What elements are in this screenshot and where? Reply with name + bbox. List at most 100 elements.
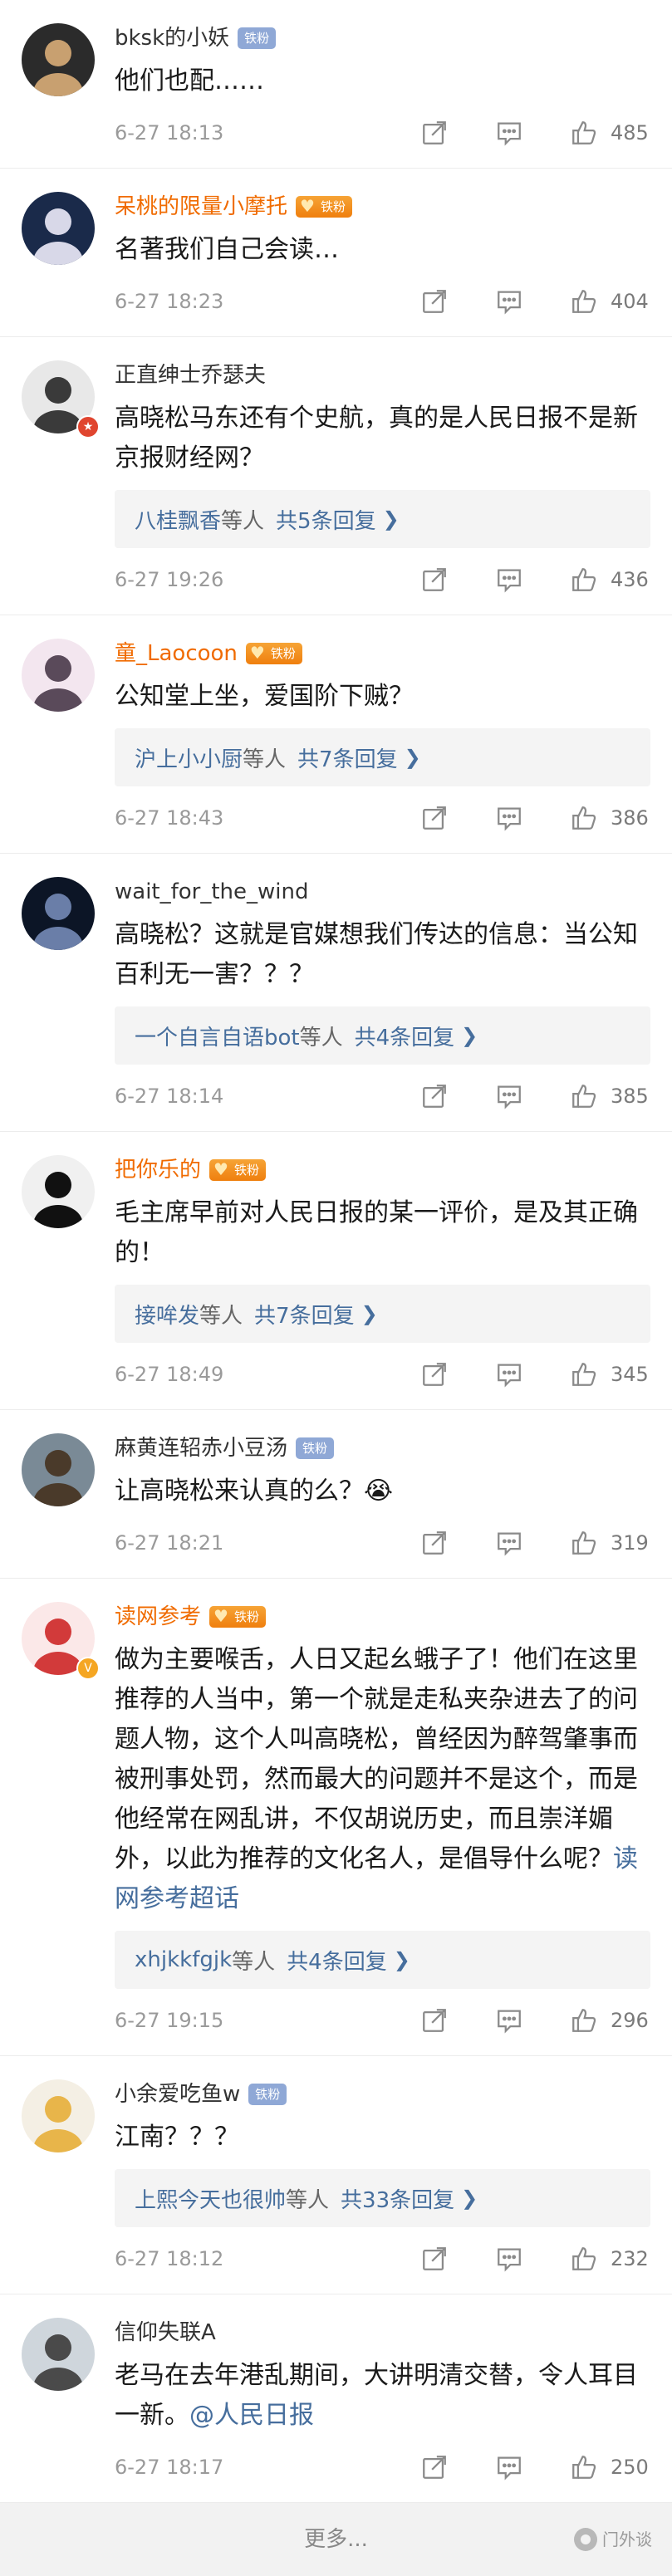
replies-preview[interactable]: 上熙今天也很帅 等人 共33条回复 ❯ [115,2169,650,2227]
avatar[interactable] [22,639,95,712]
username[interactable]: wait_for_the_wind [115,877,309,907]
repost-icon[interactable] [418,2242,451,2275]
reply-user[interactable]: 八桂飘香 [135,504,221,535]
comment-link[interactable]: @人民日报 [189,2401,314,2430]
avatar[interactable] [22,877,95,950]
comment-body: 高晓松？这就是官媒想我们传达的信息：当公知百利无一害？？？ [115,920,638,989]
comment-icon[interactable] [493,285,526,318]
repost-icon[interactable] [418,2451,451,2484]
avatar[interactable] [22,2079,95,2152]
comment-body: 让高晓松来认真的么？😭 [115,1477,394,1506]
reply-count[interactable]: 共4条回复 [287,1945,387,1976]
comment-icon[interactable] [493,116,526,149]
repost-icon[interactable] [418,1080,451,1113]
comment-icon[interactable] [493,2004,526,2037]
comment-icon[interactable] [493,563,526,596]
chevron-right-icon: ❯ [361,1302,378,1325]
repost-icon[interactable] [418,801,451,835]
comment-icon[interactable] [493,801,526,835]
comment-body: 毛主席早前对人民日报的某一评价，是及其正确的！ [115,1198,638,1267]
comment-icon[interactable] [493,1358,526,1391]
reply-user[interactable]: xhjkkfgjk [135,1947,232,1972]
comment-feed: bksk的小妖铁粉 他们也配…… 6-27 18:13485 呆桃的限量小摩托铁粉 名著… [0,0,672,2503]
repost-icon[interactable] [418,2004,451,2037]
username[interactable]: 呆桃的限量小摩托 [115,192,287,222]
username[interactable]: 小余爱吃鱼w [115,2079,240,2109]
reply-count[interactable]: 共5条回复 [276,504,376,535]
chevron-right-icon: ❯ [404,746,421,769]
comment-icon[interactable] [493,1080,526,1113]
reply-suffix: 等人 [199,1303,243,1329]
comment-icon[interactable] [493,2242,526,2275]
watermark-logo-icon [574,2528,597,2551]
fan-badge: 铁粉 [209,1158,267,1181]
username[interactable]: 童_Laocoon [115,639,238,668]
thumbs-up-icon[interactable] [567,2004,601,2037]
reply-user[interactable]: 一个自言自语bot [135,1021,300,1051]
username[interactable]: 麻黄连轺赤小豆汤 [115,1433,287,1463]
comment-footer: 6-27 18:49 345 [115,1358,650,1391]
username[interactable]: 信仰失联A [115,2318,216,2348]
comment-footer: 6-27 18:14 385 [115,1080,650,1113]
repost-icon[interactable] [418,1526,451,1560]
username[interactable]: bksk的小妖 [115,23,229,53]
thumbs-up-icon[interactable] [567,2242,601,2275]
comment-body: 名著我们自己会读… [115,235,339,264]
reply-count[interactable]: 共33条回复 [341,2183,454,2214]
avatar[interactable] [22,1433,95,1506]
comment-header: 小余爱吃鱼w 铁粉 [115,2079,650,2109]
comment-body: 他们也配…… [115,66,264,95]
like-count: 232 [611,2247,649,2270]
thumbs-up-icon[interactable] [567,2451,601,2484]
timestamp: 6-27 18:23 [115,290,224,313]
username[interactable]: 读网参考 [115,1602,201,1632]
comment-icon[interactable] [493,2451,526,2484]
reply-user[interactable]: 上熙今天也很帅 [135,2183,286,2214]
load-more-label[interactable]: 更多... [304,2527,368,2552]
reply-user[interactable]: 沪上小小厨 [135,742,243,773]
avatar[interactable] [22,2318,95,2391]
reply-count[interactable]: 共4条回复 [355,1021,455,1051]
replies-preview[interactable]: 接哞发 等人 共7条回复 ❯ [115,1285,650,1343]
thumbs-up-icon[interactable] [567,1358,601,1391]
comment-icon[interactable] [493,1526,526,1560]
replies-preview[interactable]: 一个自言自语bot 等人 共4条回复 ❯ [115,1006,650,1065]
replies-preview[interactable]: 沪上小小厨 等人 共7条回复 ❯ [115,728,650,786]
comment-header: 读网参考铁粉 [115,1602,650,1632]
username[interactable]: 正直绅士乔瑟夫 [115,360,266,390]
reply-user[interactable]: 接哞发 [135,1299,199,1330]
avatar[interactable] [22,23,95,96]
replies-preview[interactable]: xhjkkfgjk 等人 共4条回复 ❯ [115,1931,650,1989]
comment-text: 做为主要喉舌，人日又起幺蛾子了！他们在这里推荐的人当中，第一个就是走私夹杂进去了… [115,1640,650,1919]
replies-preview[interactable]: 八桂飘香 等人 共5条回复 ❯ [115,490,650,548]
comment-footer: 6-27 18:13 485 [115,116,650,149]
thumbs-up-icon[interactable] [567,801,601,835]
reply-count[interactable]: 共7条回复 [254,1299,355,1330]
repost-icon[interactable] [418,1358,451,1391]
avatar[interactable] [22,192,95,265]
load-more-bar[interactable]: 更多... 门外谈 [0,2503,672,2576]
thumbs-up-icon[interactable] [567,1080,601,1113]
comment-actions: 404 [418,285,650,318]
comment-footer: 6-27 19:26 436 [115,563,650,596]
thumbs-up-icon[interactable] [567,563,601,596]
comment-item: 小余爱吃鱼w 铁粉 江南？？？ 上熙今天也很帅 等人 共33条回复 ❯ 6-27 18:12 2… [0,2056,672,2294]
fan-badge: 铁粉 [245,642,302,664]
comment-text: 江南？？？ [115,2118,650,2157]
comment-header: 把你乐的铁粉 [115,1155,650,1185]
thumbs-up-icon[interactable] [567,1526,601,1560]
timestamp: 6-27 18:14 [115,1085,224,1108]
repost-icon[interactable] [418,563,451,596]
thumbs-up-icon[interactable] [567,116,601,149]
thumbs-up-icon[interactable] [567,285,601,318]
like-count: 386 [611,806,649,830]
timestamp: 6-27 18:21 [115,1531,224,1555]
username[interactable]: 把你乐的 [115,1155,201,1185]
chevron-right-icon: ❯ [382,507,400,531]
timestamp: 6-27 19:15 [115,2009,224,2032]
avatar[interactable] [22,1155,95,1228]
repost-icon[interactable] [418,116,451,149]
repost-icon[interactable] [418,285,451,318]
comment-actions: 385 [418,1080,650,1113]
reply-count[interactable]: 共7条回复 [297,742,398,773]
